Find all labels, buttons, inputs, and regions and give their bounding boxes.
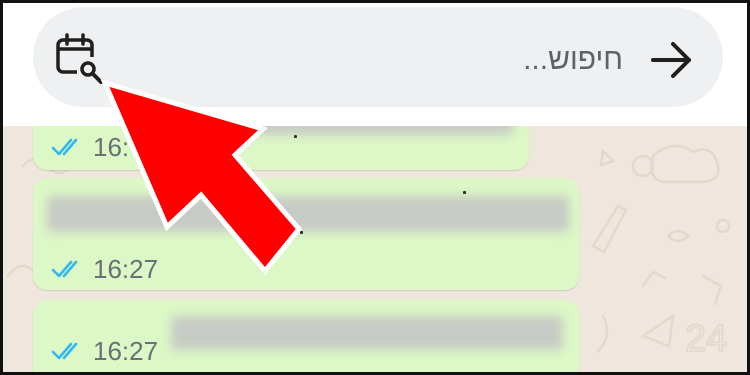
blurred-message-text (47, 196, 569, 232)
message-time: 16:27 (93, 336, 159, 366)
blurred-message-text (171, 316, 563, 350)
message-bubble[interactable]: 16:27 (33, 178, 579, 290)
search-bar[interactable]: חיפוש... (33, 7, 723, 107)
blurred-message-text (193, 126, 513, 135)
arrow-right-icon[interactable] (649, 37, 695, 83)
message-meta: 16:27 (51, 252, 158, 286)
chat-area: 24 16: 16:27 16:27 (3, 126, 747, 372)
screenshot-frame: חיפוש... 24 16: 16:27 16:27 (0, 0, 750, 375)
search-input[interactable]: חיפוש... (523, 42, 623, 78)
blurred-fragment (294, 135, 297, 138)
message-bubble[interactable]: 16: (33, 126, 529, 170)
message-time: 16: (93, 132, 130, 162)
calendar-search-icon[interactable] (55, 32, 109, 84)
message-meta: 16:27 (51, 334, 158, 368)
blurred-fragment (463, 191, 466, 194)
double-check-icon (51, 138, 78, 156)
message-time: 16:27 (93, 254, 159, 284)
message-bubble[interactable]: 16:27 (33, 300, 579, 372)
message-meta: 16: (51, 130, 129, 164)
blurred-fragment (300, 231, 303, 234)
search-header: חיפוש... (3, 3, 747, 126)
wallpaper-doodle-numbers: 24 (685, 318, 727, 360)
double-check-icon (51, 260, 78, 278)
double-check-icon (51, 342, 78, 360)
